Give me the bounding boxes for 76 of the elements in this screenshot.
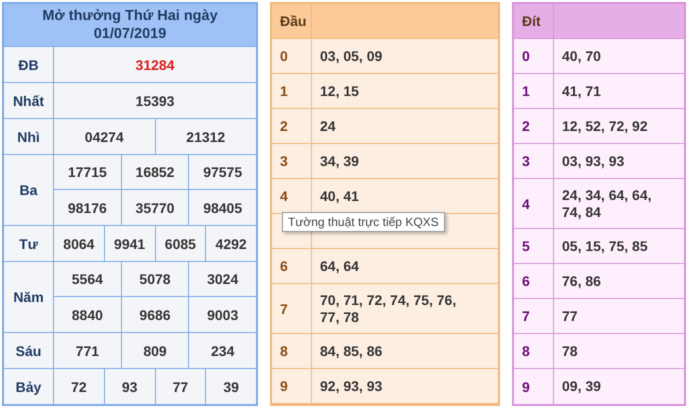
- column-header: Đầu: [272, 4, 312, 38]
- numbers-cell-text: 40, 41: [319, 186, 360, 206]
- prize-number: 04274: [54, 119, 156, 154]
- numbers-cell-text: 03, 93, 93: [561, 152, 626, 170]
- prize-label: Sáu: [4, 333, 54, 368]
- digit-cell: 9: [272, 369, 312, 403]
- digit-cell: 6: [272, 249, 312, 283]
- prize-number: 5078: [122, 262, 190, 296]
- numbers-cell-text: 12, 52, 72, 92: [561, 116, 649, 136]
- prize-number: 234: [210, 342, 236, 360]
- numbers-cell-text: 12, 15: [319, 82, 360, 100]
- prize-label: Năm: [4, 262, 54, 332]
- digit-cell: 2: [514, 109, 554, 143]
- prize-number: 8064: [54, 226, 105, 261]
- digit-cell: 0: [514, 39, 554, 73]
- prize-number: 39: [222, 378, 240, 396]
- numbers-cell-text: 77: [561, 306, 579, 326]
- prize-number: 15393: [134, 92, 176, 110]
- prize-number: 21312: [185, 128, 226, 146]
- prize-number: 77: [156, 369, 206, 404]
- digit-cell: 6: [514, 264, 554, 298]
- digit-cell: 8: [514, 334, 554, 368]
- prize-number: 771: [54, 333, 122, 368]
- numbers-cell-text: 40, 70: [561, 46, 602, 66]
- numbers-cell-text: 03, 05, 09: [319, 46, 384, 66]
- digit-cell: 8: [272, 334, 312, 368]
- digit-cell: 3: [514, 144, 554, 178]
- prize-label: Ba: [4, 155, 54, 225]
- prize-number: 5564: [54, 262, 122, 296]
- digit-cell: 1: [272, 74, 312, 108]
- prize-number: 16852: [122, 155, 190, 189]
- prize-number: 9003: [206, 306, 240, 324]
- prize-label: Bảy: [4, 369, 54, 404]
- numbers-cell-text: 70, 71, 72, 74, 75, 76, 77, 78: [319, 290, 458, 326]
- digit-cell: 9: [514, 369, 554, 404]
- prize-number: 72: [54, 369, 105, 404]
- prize-number: 9941: [104, 226, 156, 261]
- prize-label: Nhì: [4, 119, 54, 154]
- numbers-cell-text: 64, 64: [319, 256, 360, 276]
- numbers-cell-text: 09, 39: [561, 377, 602, 396]
- numbers-cell-text: 34, 39: [319, 152, 360, 170]
- digit-cell: 1: [514, 74, 554, 108]
- numbers-cell-text: 41, 71: [561, 82, 602, 100]
- digit-cell: 2: [272, 109, 312, 143]
- digit-cell: 4: [514, 179, 554, 228]
- numbers-cell-text: 24, 34, 64, 64, 74, 84: [561, 186, 653, 222]
- numbers-cell-text: 78: [561, 342, 579, 360]
- prize-number: 31284: [134, 56, 176, 74]
- prize-number: 3024: [206, 270, 240, 289]
- numbers-cell-text: 76, 86: [561, 272, 602, 290]
- prize-label: ĐB: [4, 47, 54, 82]
- prize-number: 98405: [202, 198, 244, 218]
- prize-number: 93: [104, 369, 156, 404]
- prize-number: 35770: [122, 190, 190, 225]
- prize-number: 98176: [54, 190, 122, 225]
- prize-number: 8840: [54, 297, 122, 332]
- digit-cell: 3: [272, 144, 312, 178]
- prize-label: Tư: [4, 226, 54, 261]
- prize-number: 17715: [54, 155, 122, 189]
- prize-number: 97575: [202, 163, 244, 182]
- tooltip: Tường thuật trực tiếp KQXS: [282, 212, 445, 232]
- digit-cell: 5: [514, 229, 554, 263]
- digit-cell: 0: [272, 39, 312, 73]
- digit-cell: 7: [514, 299, 554, 333]
- prize-label: Nhất: [4, 83, 54, 118]
- prize-number: 9686: [122, 297, 190, 332]
- numbers-cell-text: 92, 93, 93: [319, 376, 384, 396]
- digit-cell: 7: [272, 284, 312, 333]
- numbers-cell-text: 05, 15, 75, 85: [561, 236, 649, 256]
- column-header: Đít: [514, 4, 554, 38]
- numbers-cell-text: 84, 85, 86: [319, 342, 384, 360]
- prize-number: 809: [122, 333, 190, 368]
- prize-number: 6085: [156, 226, 206, 261]
- numbers-cell-text: 24: [319, 116, 337, 136]
- results-title: Mở thưởng Thứ Hai ngày 01/07/2019: [4, 4, 256, 47]
- prize-number: 4292: [214, 234, 248, 254]
